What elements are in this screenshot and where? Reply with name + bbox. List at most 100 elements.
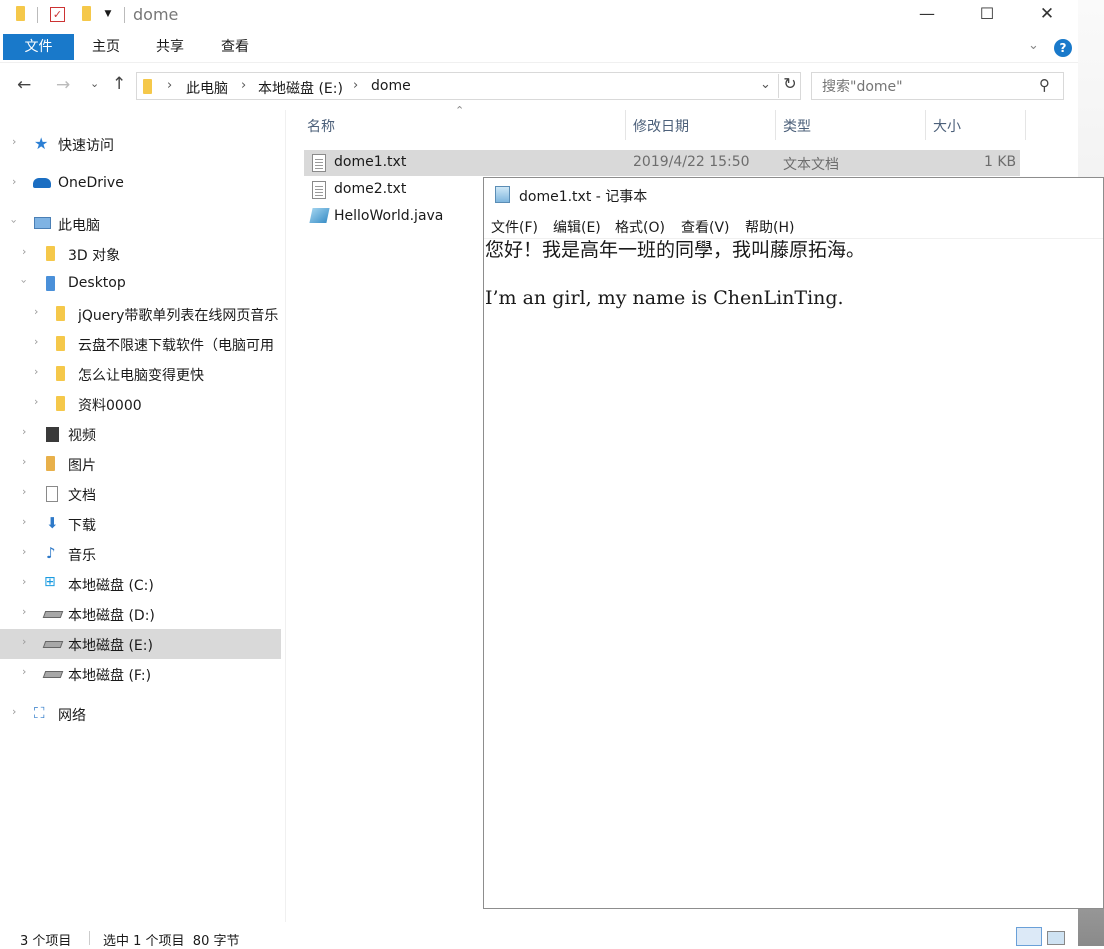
search-box[interactable]: ⚲: [811, 72, 1064, 100]
chevron-right-icon[interactable]: ›: [12, 175, 16, 188]
customize-toolbar-icon[interactable]: ▼: [100, 6, 116, 22]
nav-item-drive-e[interactable]: › 本地磁盘 (E:): [0, 629, 281, 659]
expand-ribbon-icon[interactable]: ⌄: [1028, 38, 1039, 53]
nav-item-network[interactable]: › ⛶ 网络: [0, 699, 281, 729]
divider: [37, 7, 38, 23]
cloud-icon: [33, 178, 51, 188]
minimize-button[interactable]: —: [898, 0, 956, 30]
chevron-right-icon[interactable]: ›: [22, 605, 26, 618]
menu-edit[interactable]: 编辑(E): [553, 217, 601, 237]
details-view-icon[interactable]: [1016, 927, 1042, 946]
nav-item-folder[interactable]: › jQuery带歌单列表在线网页音乐: [0, 299, 281, 329]
nav-item-this-pc[interactable]: › 此电脑: [0, 209, 281, 239]
tab-share[interactable]: 共享: [148, 34, 192, 60]
nav-item-music[interactable]: › ♪ 音乐: [0, 539, 281, 569]
chevron-right-icon[interactable]: ›: [12, 705, 16, 718]
network-icon: ⛶: [34, 704, 45, 722]
music-icon: ♪: [46, 544, 56, 562]
nav-item-videos[interactable]: › 视频: [0, 419, 281, 449]
column-header-name[interactable]: 名称: [307, 116, 335, 136]
properties-check-icon[interactable]: ✓: [50, 7, 65, 22]
nav-item-pictures[interactable]: › 图片: [0, 449, 281, 479]
forward-arrow-icon[interactable]: →: [56, 75, 70, 95]
search-icon[interactable]: ⚲: [1039, 76, 1050, 94]
nav-item-folder[interactable]: › 资料0000: [0, 389, 281, 419]
address-bar[interactable]: › 此电脑 › 本地磁盘 (E:) › dome ⌄: [136, 72, 801, 100]
column-header-type[interactable]: 类型: [783, 116, 811, 136]
chevron-right-icon[interactable]: ›: [22, 425, 26, 438]
chevron-right-icon[interactable]: ›: [22, 485, 26, 498]
nav-label: 网络: [58, 708, 86, 724]
nav-item-drive-d[interactable]: › 本地磁盘 (D:): [0, 599, 281, 629]
drive-icon: [42, 641, 64, 648]
column-header-size[interactable]: 大小: [933, 116, 961, 136]
ribbon-tabs: 文件 主页 共享 查看 ⌄ ?: [0, 32, 1078, 63]
back-arrow-icon[interactable]: ←: [17, 75, 31, 95]
help-icon[interactable]: ?: [1054, 39, 1072, 57]
nav-item-documents[interactable]: › 文档: [0, 479, 281, 509]
breadcrumb-this-pc[interactable]: 此电脑: [186, 78, 228, 98]
chevron-right-icon[interactable]: ›: [22, 515, 26, 528]
notepad-text-area[interactable]: 您好！我是高年一班的同學，我叫藤原拓海。 I’m an girl, my name…: [485, 238, 865, 310]
nav-label: 文档: [68, 488, 96, 504]
chevron-right-icon[interactable]: ›: [22, 545, 26, 558]
drive-icon: [42, 611, 64, 618]
large-icons-view-icon[interactable]: [1047, 931, 1065, 945]
chevron-right-icon[interactable]: ›: [34, 335, 38, 348]
nav-item-desktop[interactable]: › Desktop: [0, 269, 281, 299]
file-row[interactable]: dome1.txt 2019/4/22 15:50 文本文档 1 KB: [304, 150, 1020, 176]
close-button[interactable]: ✕: [1018, 0, 1076, 30]
item-count: 3 个项目: [20, 934, 72, 949]
nav-item-folder[interactable]: › 怎么让电脑变得更快: [0, 359, 281, 389]
search-input[interactable]: [820, 74, 1034, 100]
menu-view[interactable]: 查看(V): [681, 217, 730, 237]
nav-item-folder[interactable]: › 云盘不限速下载软件（电脑可用: [0, 329, 281, 359]
up-arrow-icon[interactable]: ↑: [112, 74, 126, 94]
menu-file[interactable]: 文件(F): [491, 217, 538, 237]
chevron-right-icon[interactable]: ›: [12, 135, 16, 148]
chevron-right-icon[interactable]: ›: [34, 305, 38, 318]
folder-icon: [143, 79, 152, 98]
chevron-right-icon[interactable]: ›: [22, 665, 26, 678]
file-name: HelloWorld.java: [334, 208, 444, 224]
nav-item-downloads[interactable]: › ⬇ 下载: [0, 509, 281, 539]
chevron-right-icon[interactable]: ›: [22, 245, 26, 258]
chevron-down-icon[interactable]: ›: [8, 219, 21, 223]
text-file-icon: [312, 154, 326, 172]
tab-file[interactable]: 文件: [3, 34, 74, 60]
new-folder-icon[interactable]: [78, 6, 94, 22]
column-divider[interactable]: [1025, 110, 1026, 140]
notepad-menu-bar: 文件(F) 编辑(E) 格式(O) 查看(V) 帮助(H): [484, 214, 1103, 239]
chevron-right-icon[interactable]: ›: [22, 455, 26, 468]
tab-view[interactable]: 查看: [213, 34, 257, 60]
chevron-right-icon[interactable]: ›: [22, 635, 26, 648]
chevron-right-icon[interactable]: ›: [22, 575, 26, 588]
menu-help[interactable]: 帮助(H): [745, 217, 794, 237]
column-divider[interactable]: [775, 110, 776, 140]
nav-item-drive-c[interactable]: › ⊞ 本地磁盘 (C:): [0, 569, 281, 599]
address-dropdown-icon[interactable]: ⌄: [760, 77, 771, 92]
nav-item-quick-access[interactable]: › ★ 快速访问: [0, 129, 281, 159]
breadcrumb-dome[interactable]: dome: [371, 78, 411, 94]
chevron-right-icon[interactable]: ›: [34, 395, 38, 408]
text-line: [485, 262, 865, 286]
chevron-right-icon[interactable]: ›: [167, 78, 172, 93]
tab-home[interactable]: 主页: [84, 34, 128, 60]
nav-item-3d-objects[interactable]: › 3D 对象: [0, 239, 281, 269]
menu-format[interactable]: 格式(O): [615, 217, 665, 237]
chevron-right-icon[interactable]: ›: [34, 365, 38, 378]
column-header-date[interactable]: 修改日期: [633, 116, 689, 136]
column-divider[interactable]: [625, 110, 626, 140]
nav-item-onedrive[interactable]: › OneDrive: [0, 169, 281, 199]
breadcrumb-drive-e[interactable]: 本地磁盘 (E:): [258, 78, 343, 98]
nav-item-drive-f[interactable]: › 本地磁盘 (F:): [0, 659, 281, 689]
chevron-down-icon[interactable]: ›: [18, 279, 31, 283]
chevron-right-icon[interactable]: ›: [241, 78, 246, 93]
recent-locations-icon[interactable]: ⌄: [90, 77, 99, 90]
refresh-icon[interactable]: ↻: [778, 74, 801, 98]
computer-icon: [34, 217, 51, 229]
chevron-right-icon[interactable]: ›: [353, 78, 358, 93]
status-bar: 3 个项目 选中 1 个项目 80 字节: [0, 928, 1078, 949]
column-divider[interactable]: [925, 110, 926, 140]
maximize-button[interactable]: ☐: [958, 0, 1016, 30]
